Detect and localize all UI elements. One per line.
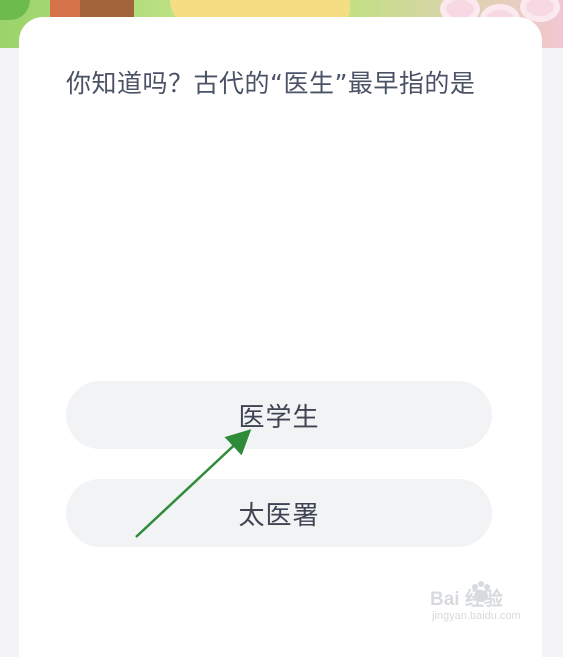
paw-icon [472,581,490,602]
option-button-1[interactable]: 医学生 [66,381,492,449]
leaf-decoration [0,0,30,20]
option-label: 太医署 [238,500,320,531]
quiz-card: 你知道吗？古代的“医生”最早指的是 医学生 太医署 [19,17,542,657]
watermark: Bai 经验 jingyan.baidu.com [430,578,540,630]
watermark-url: jingyan.baidu.com [432,610,521,622]
option-button-2[interactable]: 太医署 [66,479,492,547]
option-label: 医学生 [238,402,320,433]
question-text: 你知道吗？古代的“医生”最早指的是 [66,69,476,98]
